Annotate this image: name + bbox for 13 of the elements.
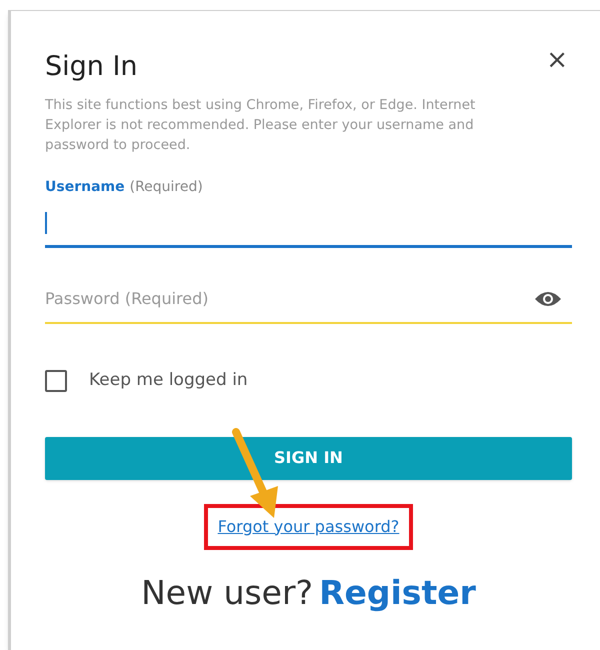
field-label: Username	[45, 178, 125, 197]
eye-icon[interactable]	[534, 289, 562, 309]
forgot-password-link[interactable]: Forgot your password?	[218, 516, 400, 536]
text-cursor	[45, 212, 47, 234]
register-link[interactable]: Register	[319, 568, 476, 617]
required-hint: (Required)	[130, 178, 203, 197]
close-button[interactable]: ×	[546, 47, 568, 73]
browser-notice: This site functions best using Chrome, Firefox, or Edge. Internet Explorer is not recommended. Please enter your username and password to proceed.	[45, 96, 476, 155]
checkbox-label: Keep me logged in	[89, 369, 248, 392]
sign-in-button[interactable]: SIGN IN	[45, 436, 572, 480]
checkbox[interactable]	[45, 370, 67, 392]
dialog-title: Sign In	[45, 53, 138, 80]
new-user-prompt: New user?	[141, 572, 314, 614]
